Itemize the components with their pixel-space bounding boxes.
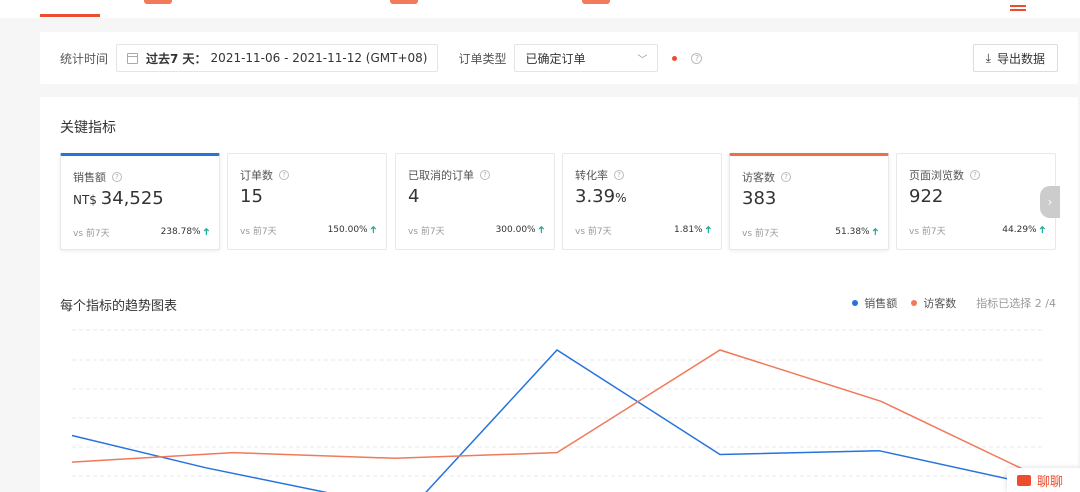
chat-button[interactable]: 聊聊: [1007, 468, 1080, 492]
trend-chart: [71, 329, 1045, 492]
series-line-sales: [71, 349, 1045, 492]
series-line-visitors: [71, 349, 1045, 480]
chat-label: 聊聊: [1037, 474, 1064, 490]
chat-icon: [1017, 474, 1031, 486]
